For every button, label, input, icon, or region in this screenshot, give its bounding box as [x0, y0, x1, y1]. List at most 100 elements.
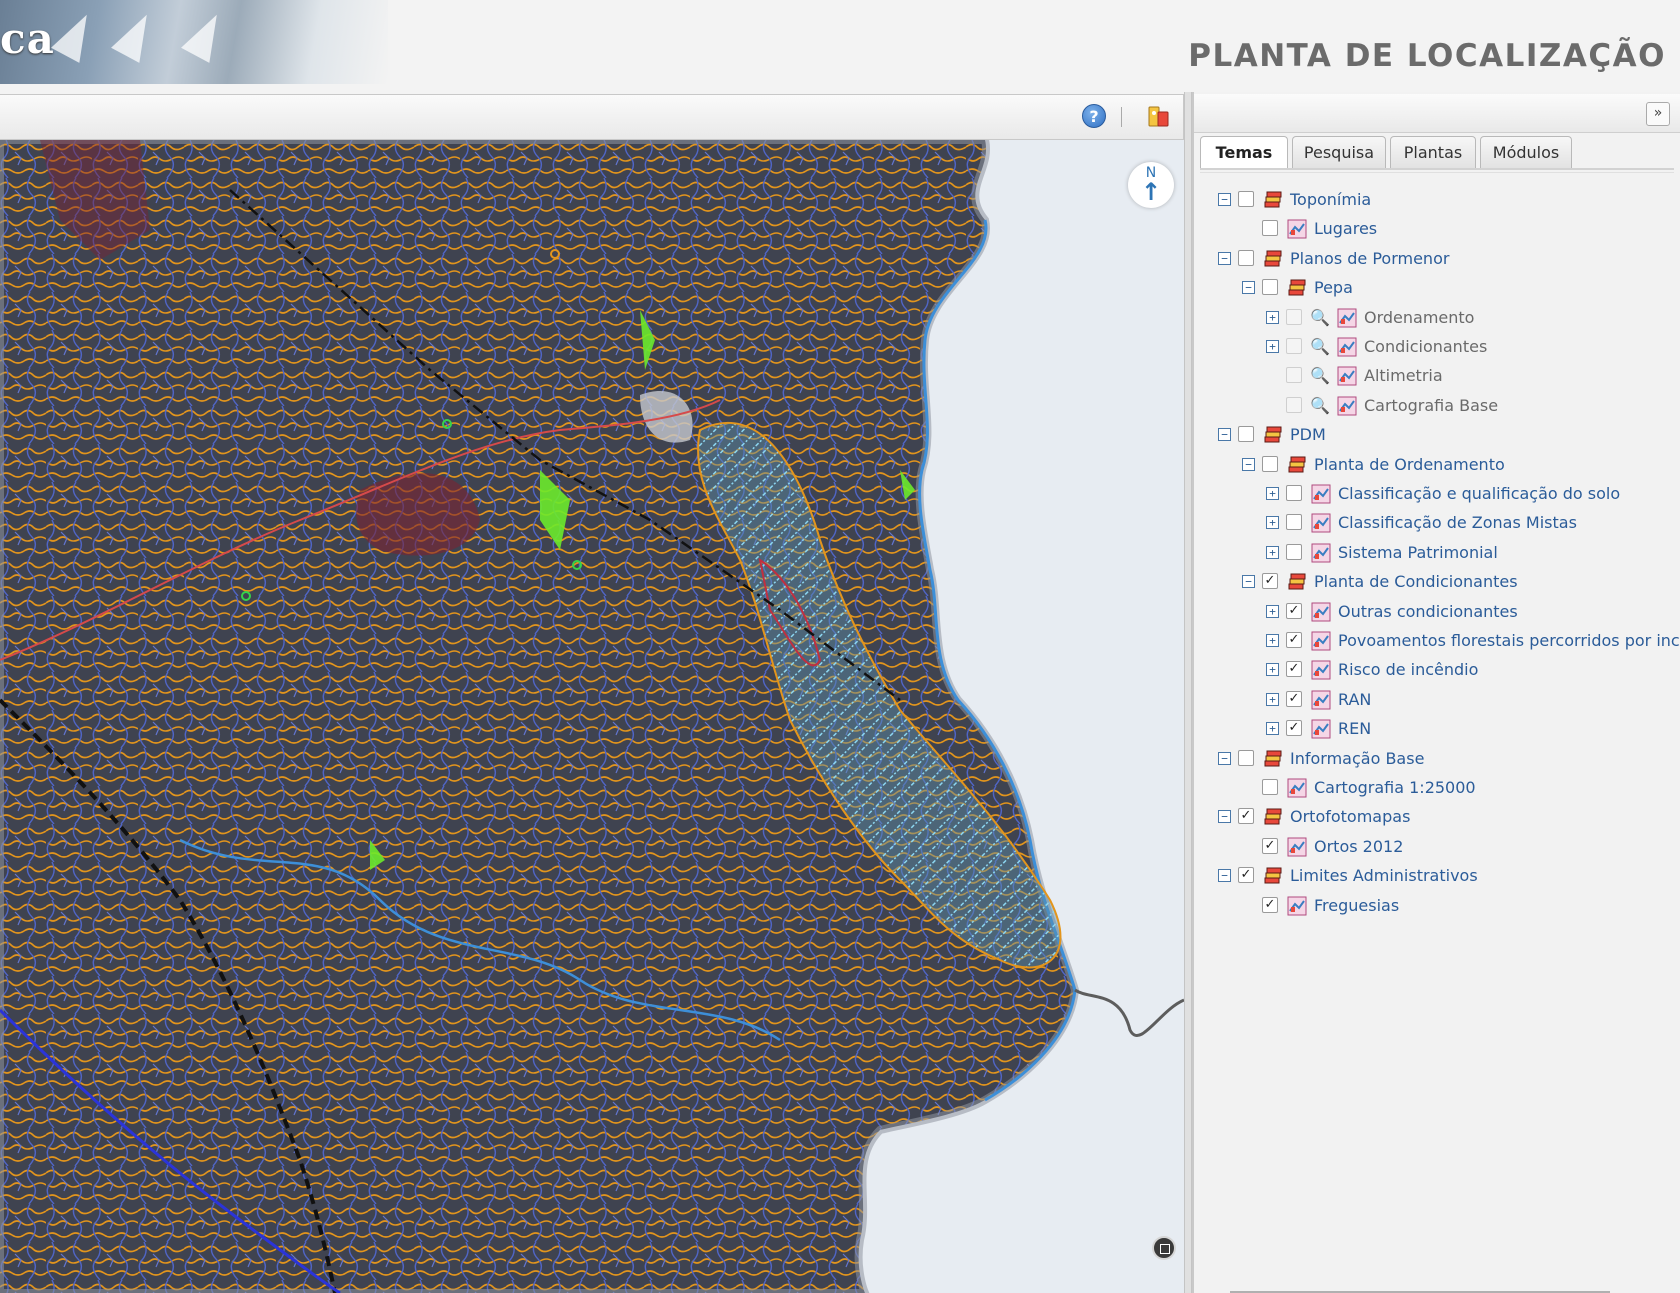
layer-checkbox[interactable]: [1238, 750, 1254, 766]
layer-group-icon: [1286, 571, 1308, 593]
tree-row: − ✓ Planta de Condicionantes: [1194, 570, 1680, 594]
layer-checkbox[interactable]: ✓: [1286, 661, 1302, 677]
layer-label[interactable]: Ortofotomapas: [1290, 805, 1410, 829]
layer-label[interactable]: Ortos 2012: [1314, 835, 1403, 859]
collapse-node-icon[interactable]: −: [1218, 752, 1231, 765]
layer-label[interactable]: Limites Administrativos: [1290, 864, 1478, 888]
layer-checkbox[interactable]: [1286, 544, 1302, 560]
collapse-panel-button[interactable]: »: [1646, 102, 1670, 126]
collapse-node-icon[interactable]: −: [1242, 458, 1255, 471]
tree-row: + Classificação e qualificação do solo: [1194, 482, 1680, 506]
overview-map-button[interactable]: [1152, 1236, 1176, 1260]
collapse-node-icon[interactable]: −: [1218, 869, 1231, 882]
layer-checkbox[interactable]: ✓: [1238, 867, 1254, 883]
layer-label[interactable]: Altimetria: [1364, 364, 1443, 388]
expand-node-icon[interactable]: +: [1266, 693, 1279, 706]
panel-header: »: [1194, 94, 1680, 133]
municipality-logo: ca: [0, 0, 388, 84]
layer-tools-icon: [1148, 106, 1169, 127]
tab-plantas[interactable]: Plantas: [1390, 136, 1476, 168]
tab-modulos[interactable]: Módulos: [1480, 136, 1572, 168]
layer-label[interactable]: Cartografia Base: [1364, 394, 1498, 418]
zoom-to-layer-icon[interactable]: 🔍: [1310, 366, 1330, 386]
layer-checkbox[interactable]: [1238, 250, 1254, 266]
layer-checkbox[interactable]: [1286, 338, 1302, 354]
layer-checkbox[interactable]: [1238, 191, 1254, 207]
app-header: ca PLANTA DE LOCALIZAÇÃO: [0, 0, 1680, 92]
map-layer-icon: [1336, 307, 1358, 329]
tree-row: − PDM: [1194, 423, 1680, 447]
layer-checkbox[interactable]: [1286, 367, 1302, 383]
layer-checkbox[interactable]: ✓: [1286, 720, 1302, 736]
tab-pesquisa[interactable]: Pesquisa: [1292, 136, 1386, 168]
layer-label[interactable]: Planos de Pormenor: [1290, 247, 1449, 271]
expand-node-icon[interactable]: +: [1266, 516, 1279, 529]
layer-label[interactable]: Classificação e qualificação do solo: [1338, 482, 1620, 506]
layer-checkbox[interactable]: ✓: [1262, 838, 1278, 854]
expand-node-icon[interactable]: +: [1266, 546, 1279, 559]
layer-label[interactable]: Outras condicionantes: [1338, 600, 1518, 624]
layer-checkbox[interactable]: [1286, 397, 1302, 413]
layer-label[interactable]: Ordenamento: [1364, 306, 1474, 330]
expand-node-icon[interactable]: +: [1266, 340, 1279, 353]
tab-temas[interactable]: Temas: [1200, 136, 1288, 170]
zoom-to-layer-icon[interactable]: 🔍: [1310, 337, 1330, 357]
layer-label[interactable]: PDM: [1290, 423, 1326, 447]
map-layer-icon: [1336, 395, 1358, 417]
layer-checkbox[interactable]: ✓: [1262, 897, 1278, 913]
layer-label[interactable]: Pepa: [1314, 276, 1353, 300]
zoom-to-layer-icon[interactable]: 🔍: [1310, 396, 1330, 416]
tree-row: + ✓ RAN: [1194, 688, 1680, 712]
map-layer-icon: [1286, 836, 1308, 858]
expand-node-icon[interactable]: +: [1266, 722, 1279, 735]
layer-label[interactable]: Informação Base: [1290, 747, 1424, 771]
layer-checkbox[interactable]: [1238, 426, 1254, 442]
expand-node-icon[interactable]: +: [1266, 311, 1279, 324]
expand-node-icon[interactable]: +: [1266, 487, 1279, 500]
layer-label[interactable]: Povoamentos florestais percorridos por i…: [1338, 629, 1680, 653]
layer-label[interactable]: Toponímia: [1290, 188, 1371, 212]
layer-label[interactable]: Freguesias: [1314, 894, 1399, 918]
collapse-node-icon[interactable]: −: [1218, 252, 1231, 265]
layer-checkbox[interactable]: ✓: [1238, 808, 1254, 824]
collapse-node-icon[interactable]: −: [1218, 810, 1231, 823]
layer-checkbox[interactable]: [1286, 309, 1302, 325]
layer-checkbox[interactable]: ✓: [1286, 691, 1302, 707]
layer-checkbox[interactable]: [1262, 779, 1278, 795]
tree-row: + ✓ Outras condicionantes: [1194, 600, 1680, 624]
collapse-node-icon[interactable]: −: [1218, 428, 1231, 441]
layer-checkbox[interactable]: ✓: [1262, 573, 1278, 589]
layer-label[interactable]: RAN: [1338, 688, 1371, 712]
layer-checkbox[interactable]: [1262, 279, 1278, 295]
layer-checkbox[interactable]: [1286, 514, 1302, 530]
tab-strip-line: [1200, 168, 1674, 170]
help-button[interactable]: ?: [1082, 104, 1106, 128]
map-layers: [0, 140, 1184, 1293]
expand-node-icon[interactable]: +: [1266, 634, 1279, 647]
layer-label[interactable]: Condicionantes: [1364, 335, 1487, 359]
layer-checkbox[interactable]: [1286, 485, 1302, 501]
layer-checkbox[interactable]: [1262, 220, 1278, 236]
zoom-to-layer-icon[interactable]: 🔍: [1310, 308, 1330, 328]
layer-checkbox[interactable]: ✓: [1286, 632, 1302, 648]
map-canvas[interactable]: N ↑: [0, 140, 1184, 1293]
expand-node-icon[interactable]: +: [1266, 663, 1279, 676]
layer-label[interactable]: Lugares: [1314, 217, 1377, 241]
layer-label[interactable]: REN: [1338, 717, 1371, 741]
layer-label[interactable]: Sistema Patrimonial: [1338, 541, 1498, 565]
layer-checkbox[interactable]: ✓: [1286, 603, 1302, 619]
layer-label[interactable]: Planta de Ordenamento: [1314, 453, 1505, 477]
collapse-node-icon[interactable]: −: [1242, 575, 1255, 588]
tree-row: − ✓ Limites Administrativos: [1194, 864, 1680, 888]
collapse-node-icon[interactable]: −: [1218, 193, 1231, 206]
page-title: PLANTA DE LOCALIZAÇÃO: [1188, 38, 1666, 74]
layer-label[interactable]: Risco de incêndio: [1338, 658, 1478, 682]
layer-checkbox[interactable]: [1262, 456, 1278, 472]
layer-label[interactable]: Classificação de Zonas Mistas: [1338, 511, 1577, 535]
layer-tools-button[interactable]: [1146, 104, 1172, 130]
panel-splitter[interactable]: [1184, 92, 1192, 1293]
layer-label[interactable]: Cartografia 1:25000: [1314, 776, 1476, 800]
expand-node-icon[interactable]: +: [1266, 605, 1279, 618]
collapse-node-icon[interactable]: −: [1242, 281, 1255, 294]
layer-label[interactable]: Planta de Condicionantes: [1314, 570, 1518, 594]
